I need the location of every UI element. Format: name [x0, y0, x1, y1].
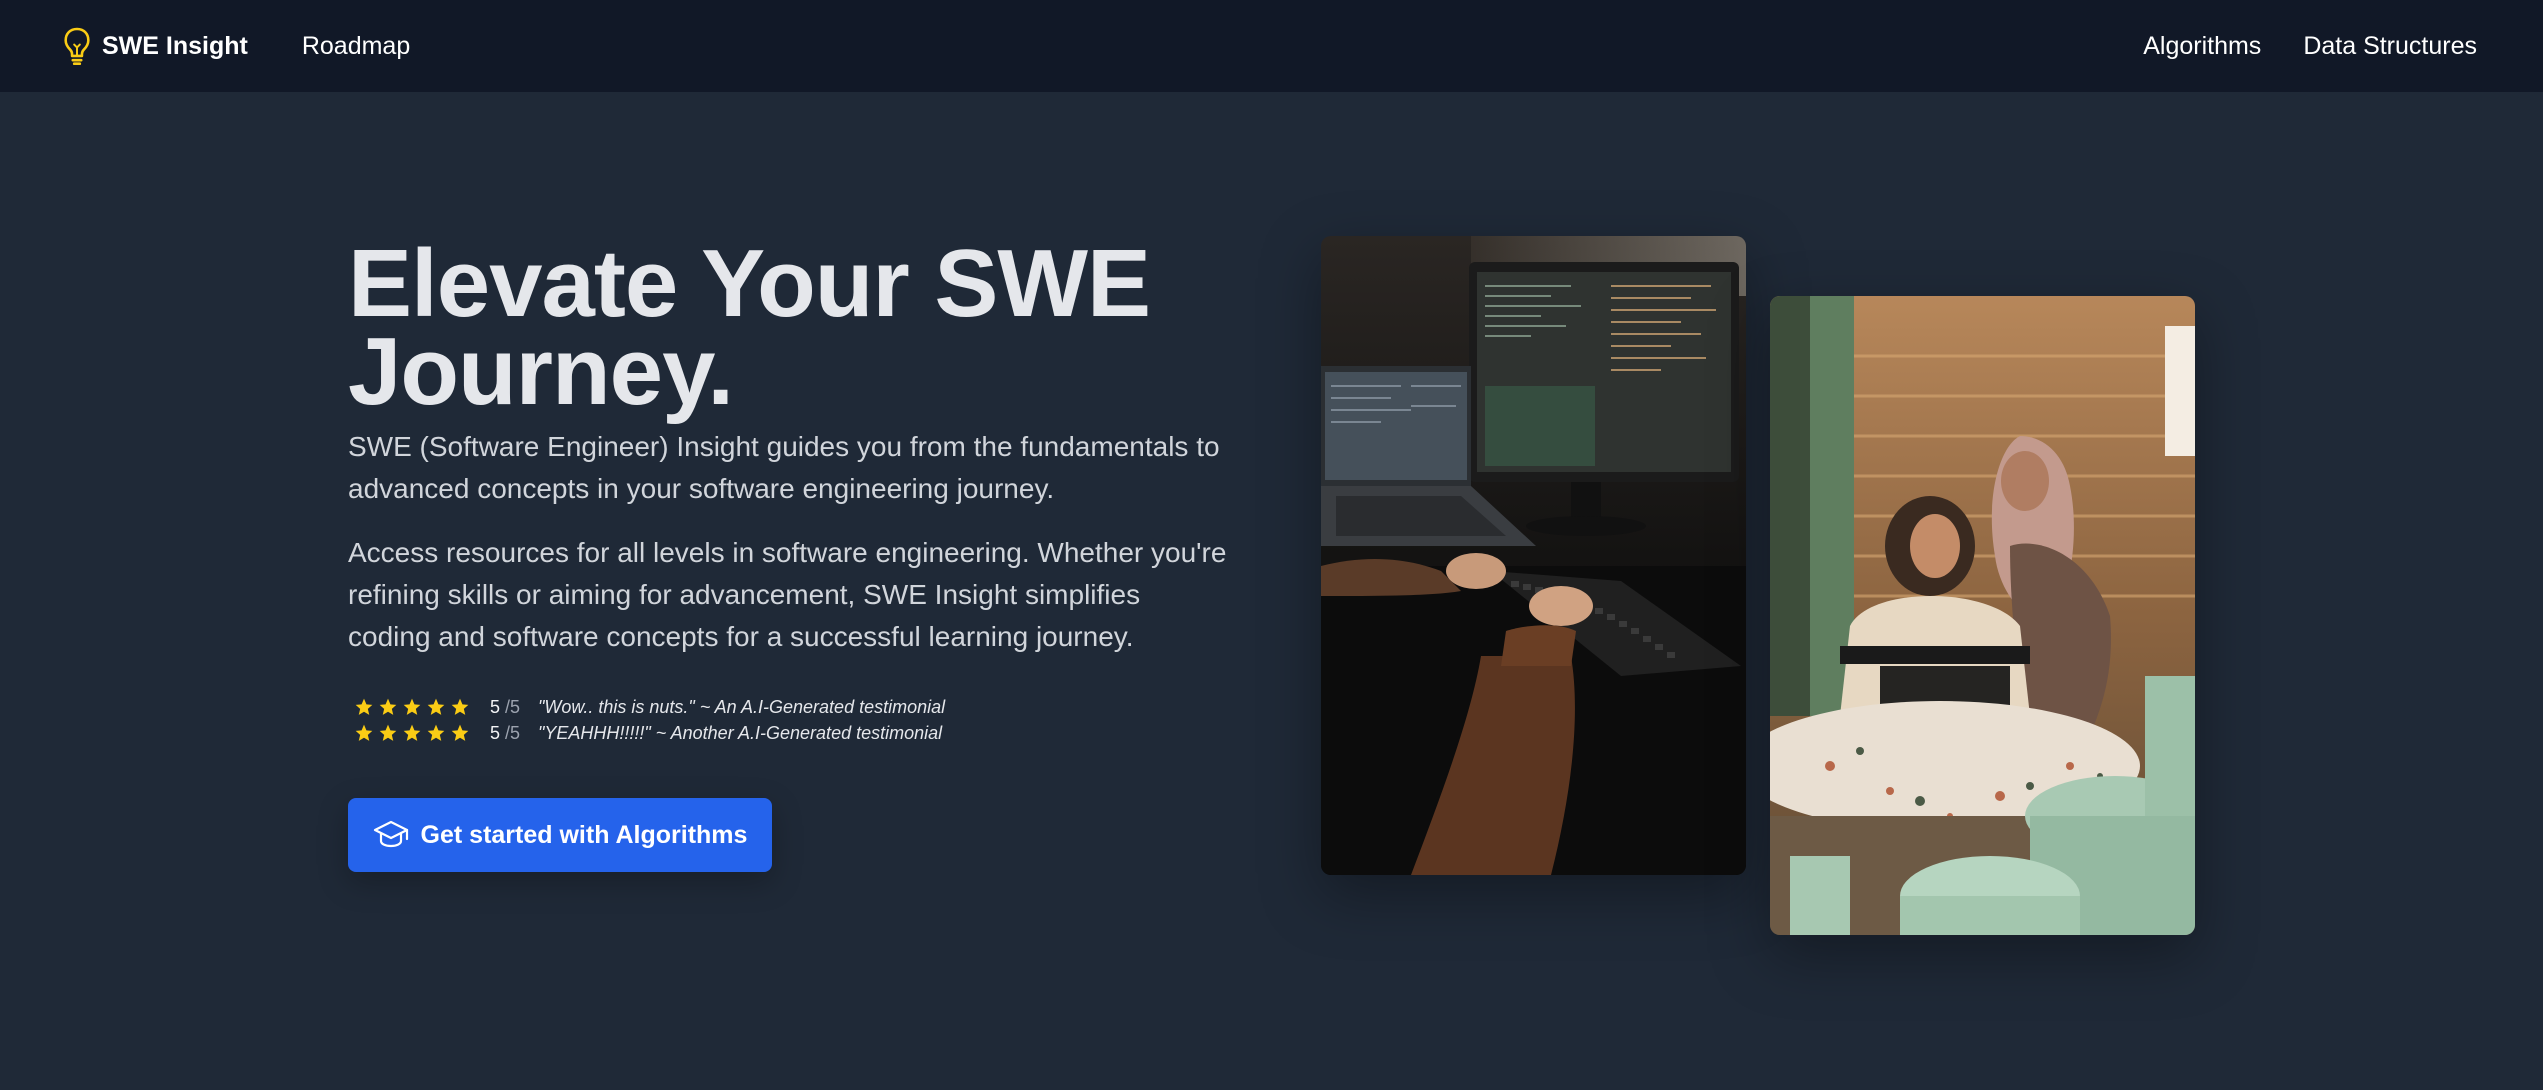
photo-person-coding — [1321, 236, 1746, 875]
nav-link-algorithms[interactable]: Algorithms — [2143, 32, 2261, 61]
testimonials: 5 /5 "Wow.. this is nuts." ~ An A.I-Gene… — [348, 696, 1228, 744]
top-navbar: SWE Insight Roadmap Algorithms Data Stru… — [0, 0, 2543, 92]
rating-value: 5 — [490, 722, 501, 743]
star-icon — [379, 724, 397, 741]
star-icon — [403, 724, 421, 741]
star-icon — [355, 698, 373, 715]
star-icon — [427, 724, 445, 741]
testimonial-quote: "Wow.. this is nuts." ~ An A.I-Generated… — [538, 696, 946, 717]
collaboration-image — [1770, 296, 2195, 935]
star-icon — [355, 724, 373, 741]
star-rating — [348, 723, 490, 743]
star-icon — [403, 698, 421, 715]
testimonial-row: 5 /5 "Wow.. this is nuts." ~ An A.I-Gene… — [348, 696, 1228, 718]
star-icon — [379, 698, 397, 715]
brand-link[interactable]: SWE Insight — [60, 26, 248, 66]
rating-score: 5 /5 — [490, 723, 538, 744]
get-started-algorithms-button[interactable]: Get started with Algorithms — [348, 798, 772, 872]
hero-title: Elevate Your SWE Journey. — [348, 236, 1228, 420]
hero-intro-paragraph: SWE (Software Engineer) Insight guides y… — [348, 431, 1220, 504]
brand-name: SWE Insight — [102, 31, 248, 60]
nav-right-links: Algorithms Data Structures — [2143, 32, 2477, 61]
nav-link-roadmap[interactable]: Roadmap — [302, 32, 410, 61]
hero-title-line2: Journey. — [348, 318, 734, 425]
hero-description-paragraph: Access resources for all levels in softw… — [348, 537, 1227, 652]
coding-desk-image — [1321, 236, 1746, 875]
hero-section: Elevate Your SWE Journey. SWE (Software … — [348, 236, 1228, 872]
star-icon — [427, 698, 445, 715]
rating-max: /5 — [505, 696, 521, 717]
rating-value: 5 — [490, 696, 501, 717]
photo-two-women-laptop — [1770, 296, 2195, 935]
rating-max: /5 — [505, 722, 521, 743]
nav-link-data-structures[interactable]: Data Structures — [2303, 32, 2477, 61]
rating-score: 5 /5 — [490, 697, 538, 718]
star-icon — [451, 698, 469, 715]
testimonial-quote: "YEAHHH!!!!!" ~ Another A.I-Generated te… — [538, 722, 943, 743]
graduation-cap-icon — [373, 820, 408, 848]
lightbulb-icon — [64, 27, 90, 65]
cta-label: Get started with Algorithms — [420, 820, 748, 849]
star-rating — [348, 697, 490, 717]
star-icon — [451, 724, 469, 741]
testimonial-row: 5 /5 "YEAHHH!!!!!" ~ Another A.I-Generat… — [348, 722, 1228, 744]
